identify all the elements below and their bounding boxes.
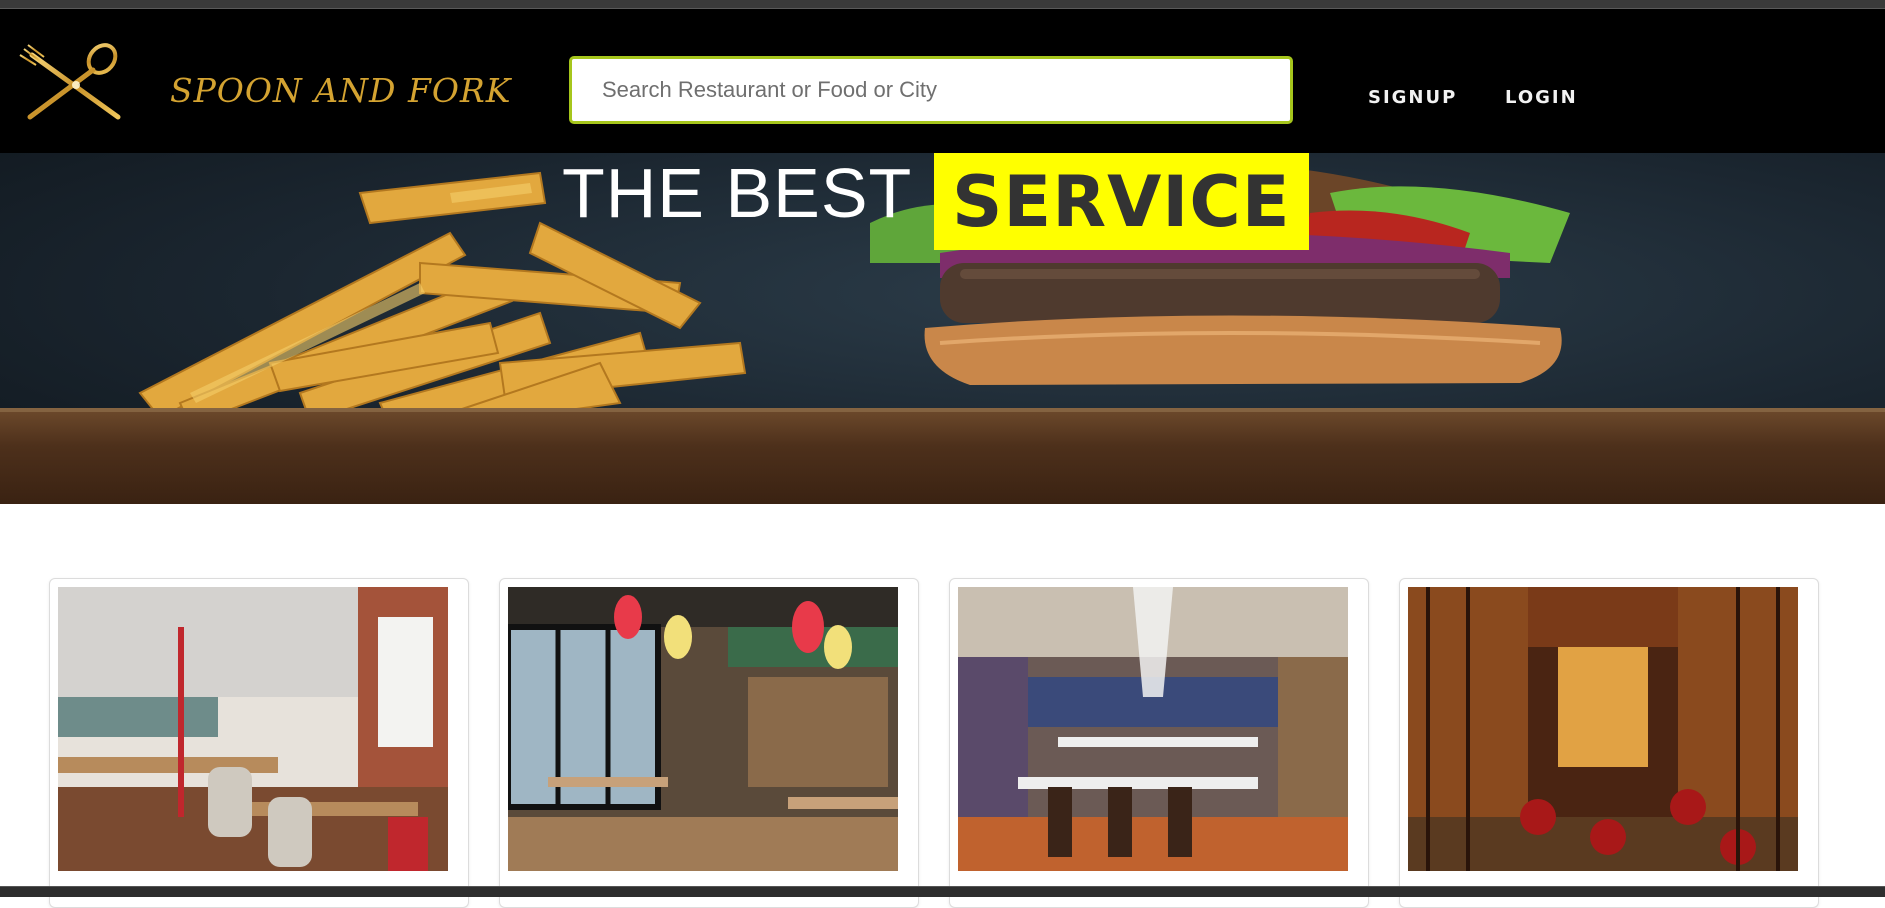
restaurant-interior-image [58,587,448,871]
login-link[interactable]: LOGIN [1505,87,1578,108]
hero-badge: SERVICE [934,153,1309,250]
hero-title: THE BEST [562,154,913,232]
search-input[interactable] [572,59,1290,121]
board-edge [0,408,1885,412]
restaurant-interior-image [508,587,898,871]
search-box[interactable] [569,56,1293,124]
hero-banner: THE BEST SERVICE [0,153,1885,504]
restaurant-interior-image [958,587,1348,871]
restaurant-card[interactable] [49,578,469,908]
bottom-window-bar [0,886,1885,897]
restaurant-card[interactable] [499,578,919,908]
browser-top-strip [0,0,1885,9]
navbar: SPOON AND FORK SIGNUP LOGIN [0,9,1885,153]
restaurant-interior-image [1408,587,1798,871]
restaurant-card[interactable] [949,578,1369,908]
hero-badge-text: SERVICE [952,161,1291,243]
brand-name[interactable]: SPOON AND FORK [170,71,511,110]
restaurant-cards [0,578,1885,908]
wooden-board [0,408,1885,504]
signup-link[interactable]: SIGNUP [1368,87,1457,108]
crossed-spoon-fork-icon[interactable] [18,43,134,125]
restaurant-card[interactable] [1399,578,1819,908]
